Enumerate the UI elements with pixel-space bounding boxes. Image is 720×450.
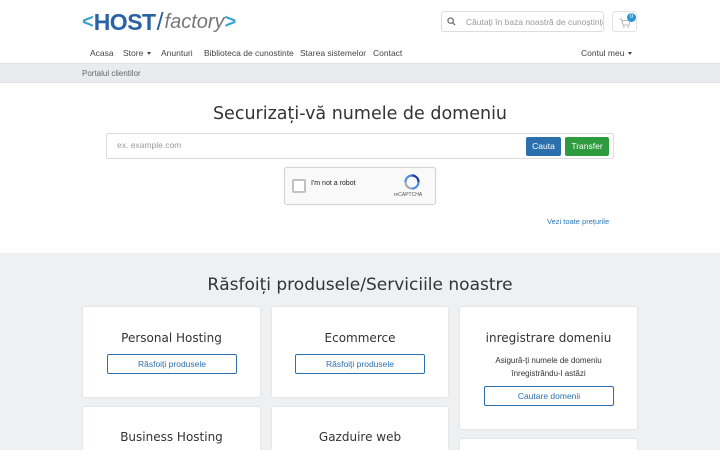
nav-item-account-label: Contul meu	[581, 48, 625, 58]
logo-factory-text: factory	[164, 11, 225, 33]
recaptcha-icon	[404, 174, 420, 190]
logo-slash: /	[156, 7, 164, 36]
search-icon[interactable]	[442, 17, 462, 26]
logo-host-text: HOST	[93, 8, 156, 35]
products-section-title: Răsfoiți produsele/Serviciile noastre	[207, 275, 513, 295]
nav-item-contact[interactable]: Contact	[373, 44, 402, 63]
logo-bracket-left: <	[82, 11, 94, 33]
site-logo[interactable]: < HOST / factory >	[82, 8, 236, 36]
product-card-title: Business Hosting	[120, 430, 223, 444]
recaptcha-label: I'm not a robot	[311, 180, 356, 187]
nav-item-store[interactable]: Store	[123, 44, 152, 63]
product-card-ecommerce: Ecommerce Răsfoiți produsele	[271, 306, 449, 398]
view-all-prices-link[interactable]: Vezi toate prețurile	[547, 217, 609, 226]
breadcrumb-item[interactable]: Portalul clientilor	[82, 64, 141, 83]
nav-item-account[interactable]: Contul meu	[581, 44, 633, 63]
product-card-partial	[459, 438, 638, 450]
search-input[interactable]	[465, 16, 603, 27]
chevron-down-icon	[628, 52, 633, 56]
product-card-business-hosting: Business Hosting	[82, 406, 261, 450]
browse-products-button[interactable]: Răsfoiți produsele	[107, 354, 237, 374]
product-card-title: Ecommerce	[324, 331, 396, 345]
recaptcha-brand: reCAPTCHA	[393, 192, 423, 198]
cart-count-badge: 0	[627, 13, 636, 22]
logo-bracket-right: >	[224, 11, 237, 33]
product-card-title: inregistrare domeniu	[485, 331, 612, 345]
cart-button[interactable]: 0	[612, 11, 637, 32]
breadcrumb: Portalul clientilor	[0, 63, 720, 83]
top-header: < HOST / factory > 0	[0, 0, 720, 42]
nav-item-announcements[interactable]: Anunturi	[161, 44, 193, 63]
product-card-title: Personal Hosting	[121, 331, 222, 345]
nav-item-network-status[interactable]: Starea sistemelor	[300, 44, 366, 63]
domain-search-button[interactable]: Cauta	[526, 137, 561, 156]
browse-products-button[interactable]: Răsfoiți produsele	[295, 354, 425, 374]
product-card-description-line-1: Asigură-ți numele de domeniu	[495, 356, 602, 365]
product-card-description-line-2: înregistrându-l astăzi	[511, 369, 586, 378]
nav-item-home[interactable]: Acasa	[90, 44, 114, 63]
nav-item-knowledgebase[interactable]: Biblioteca de cunostinte	[204, 44, 294, 63]
domain-transfer-button[interactable]: Transfer	[565, 137, 609, 156]
domain-input[interactable]	[117, 140, 517, 150]
product-card-web-hosting: Gazduire web	[271, 406, 449, 450]
search-domains-button[interactable]: Cautare domenii	[484, 386, 614, 406]
nav-item-store-label: Store	[123, 48, 144, 58]
product-card-domain-registration: inregistrare domeniu Asigură-ți numele d…	[459, 306, 638, 430]
domain-section-title: Securizați-vă numele de domeniu	[212, 104, 508, 124]
product-card-personal-hosting: Personal Hosting Răsfoiți produsele	[82, 306, 261, 398]
knowledgebase-search	[441, 11, 604, 32]
product-card-title: Gazduire web	[318, 430, 402, 444]
chevron-down-icon	[147, 52, 152, 56]
recaptcha-checkbox[interactable]	[292, 179, 306, 193]
main-navigation: Acasa Store Anunturi Biblioteca de cunos…	[0, 44, 720, 63]
recaptcha-widget: I'm not a robot reCAPTCHA	[284, 167, 436, 205]
